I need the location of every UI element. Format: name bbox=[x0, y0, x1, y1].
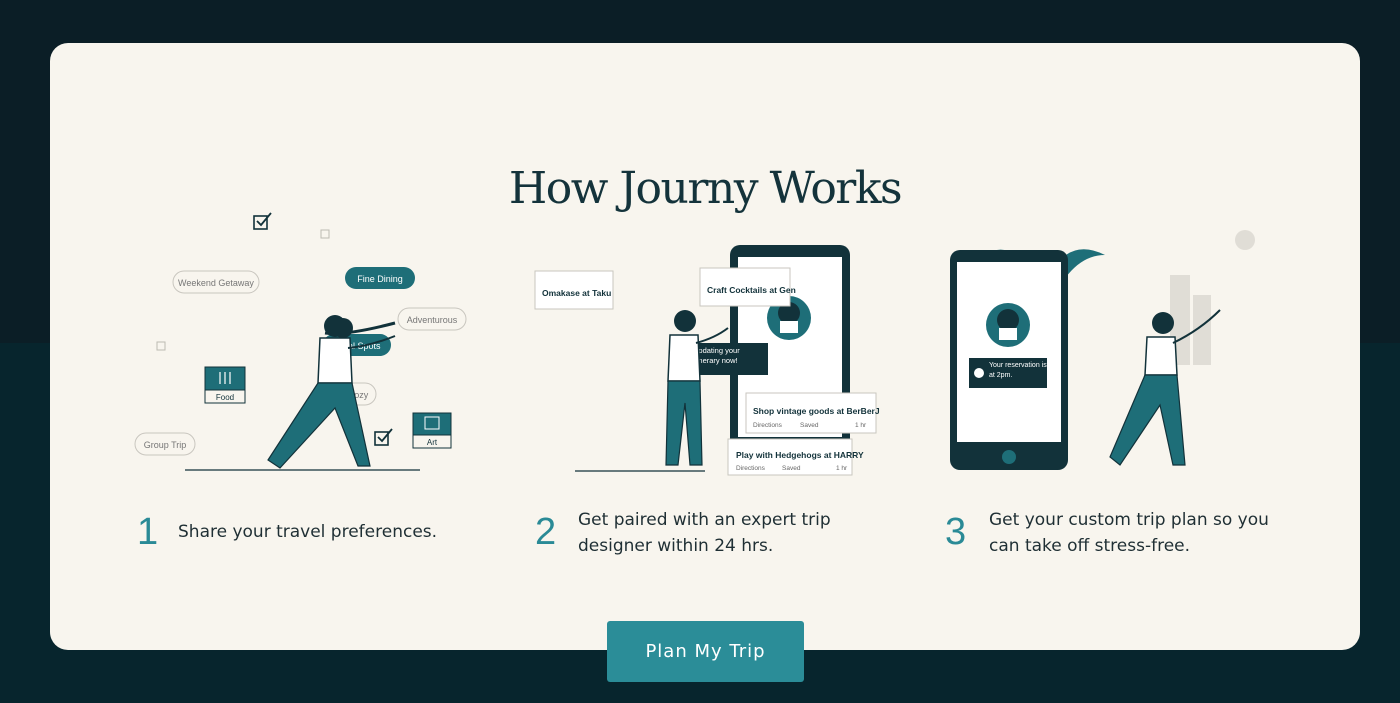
svg-text:Omakase at Taku: Omakase at Taku bbox=[542, 288, 611, 298]
svg-text:Play with Hedgehogs at HARRY: Play with Hedgehogs at HARRY bbox=[736, 450, 864, 460]
tag-weekend-getaway: Weekend Getaway bbox=[172, 270, 260, 294]
svg-text:Art: Art bbox=[427, 438, 438, 447]
step-1-text: Share your travel preferences. bbox=[178, 522, 438, 542]
checkbox-icon bbox=[253, 212, 272, 230]
tag-adventurous: Adventurous bbox=[397, 307, 467, 331]
svg-text:Directions: Directions bbox=[753, 422, 783, 429]
step-3-number: 3 bbox=[945, 511, 967, 553]
phone-illustration: Your reservation is at 2pm. bbox=[950, 250, 1068, 470]
step-2-text: Get paired with an expert trip designer … bbox=[578, 510, 831, 556]
svg-text:Food: Food bbox=[216, 393, 234, 402]
svg-text:Saved: Saved bbox=[800, 422, 819, 429]
svg-text:Craft Cocktails at Gen: Craft Cocktails at Gen bbox=[707, 285, 796, 295]
section-title: How Journy Works bbox=[508, 163, 903, 214]
svg-text:Fine Dining: Fine Dining bbox=[357, 274, 403, 284]
svg-text:Saved: Saved bbox=[782, 465, 801, 472]
svg-text:Weekend Getaway: Weekend Getaway bbox=[178, 278, 254, 288]
step-3-text: Get your custom trip plan so you can tak… bbox=[989, 510, 1269, 556]
card-hedgehogs: Play with Hedgehogs at HARRY Directions … bbox=[727, 438, 864, 476]
svg-text:Group Trip: Group Trip bbox=[144, 440, 187, 450]
card-cocktails: Craft Cocktails at Gen bbox=[699, 267, 796, 307]
svg-text:1 hr: 1 hr bbox=[836, 465, 848, 472]
svg-text:1 hr: 1 hr bbox=[855, 422, 867, 429]
svg-text:Shop vintage goods at BerBerJi: Shop vintage goods at BerBerJin bbox=[753, 406, 880, 416]
illustration-trip-plan: Your reservation is at 2pm. bbox=[950, 230, 1255, 470]
checkbox-icon bbox=[374, 428, 393, 446]
svg-text:Directions: Directions bbox=[736, 465, 766, 472]
step-2-number: 2 bbox=[535, 511, 557, 553]
tag-fine-dining: Fine Dining bbox=[345, 267, 415, 289]
svg-text:Adventurous: Adventurous bbox=[407, 315, 458, 325]
card-vintage: Shop vintage goods at BerBerJin Directio… bbox=[745, 392, 880, 434]
food-card: Food bbox=[204, 366, 246, 404]
art-card: Art bbox=[412, 412, 452, 449]
illustration-designer: Omakase at Taku Craft Cocktails at Gen U… bbox=[534, 245, 880, 476]
woman-figure bbox=[665, 310, 729, 466]
card-omakase: Omakase at Taku bbox=[534, 270, 614, 310]
plan-my-trip-button[interactable]: Plan My Trip bbox=[607, 621, 804, 682]
illustration-preferences: Weekend Getaway Fine Dining Adventurous … bbox=[134, 212, 467, 471]
step-1-number: 1 bbox=[137, 511, 159, 553]
bubble-updating: Updating your itinerary now! bbox=[690, 343, 768, 375]
how-it-works-card: How Journy Works Weekend Getaway Fine Di… bbox=[50, 43, 1360, 650]
tag-group-trip: Group Trip bbox=[134, 432, 196, 456]
paperclip-icon bbox=[974, 368, 984, 378]
